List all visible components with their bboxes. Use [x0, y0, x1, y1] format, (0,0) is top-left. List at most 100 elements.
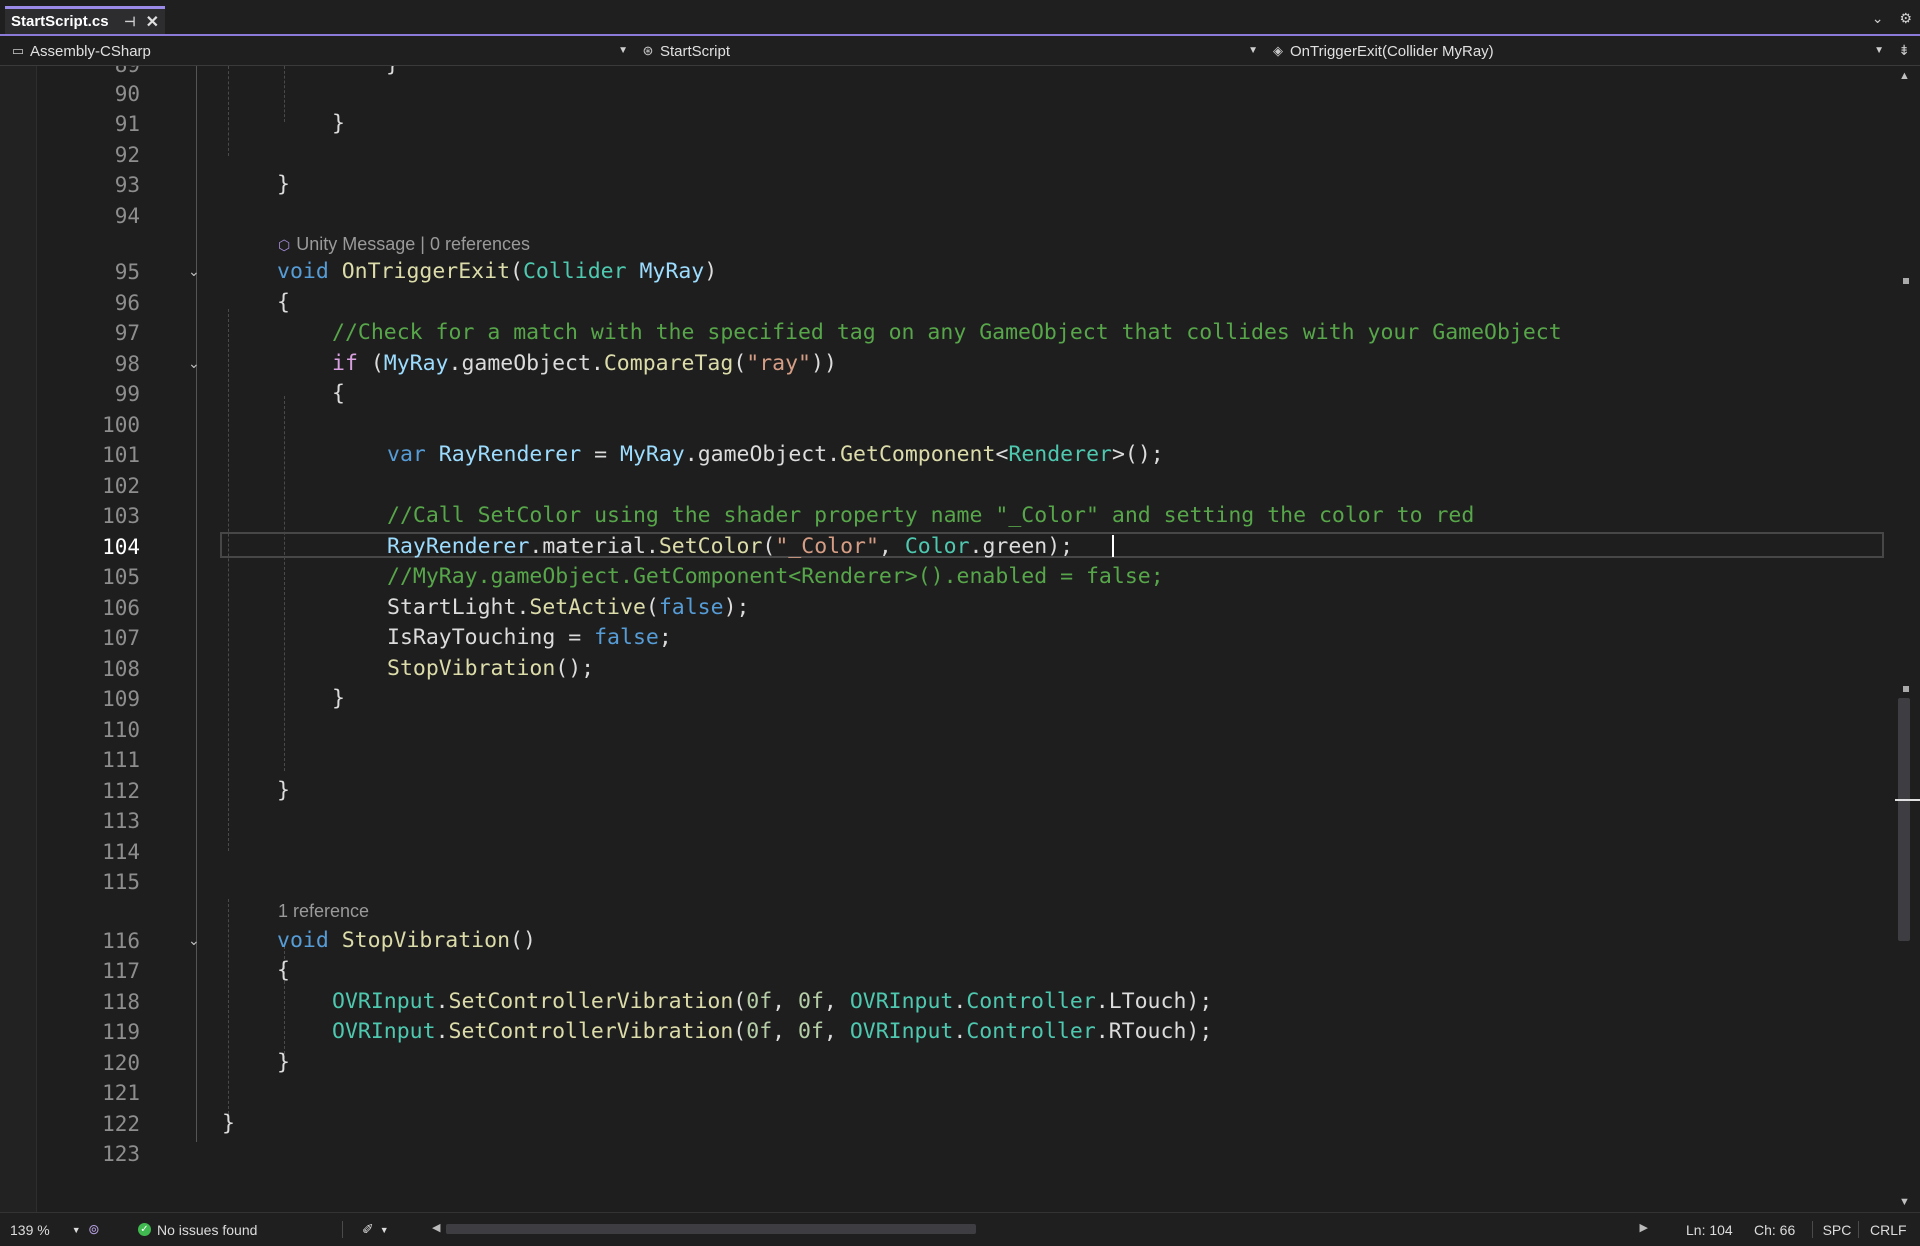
codelens-references[interactable]: 1 reference [278, 897, 369, 925]
code-line: 109} [0, 684, 1895, 715]
indent-mode-indicator[interactable]: SPC [1816, 1213, 1858, 1246]
code-text: //MyRay.gameObject.GetComponent<Renderer… [387, 564, 1164, 589]
code-line: 122} [0, 1109, 1895, 1140]
code-line: 90 [0, 79, 1895, 110]
code-line: 107 IsRayTouching = false; [0, 623, 1895, 654]
code-line: 113 [0, 806, 1895, 837]
line-number: 123 [102, 1142, 140, 1166]
vertical-scroll-thumb[interactable] [1898, 698, 1910, 941]
line-number: 96 [114, 291, 140, 315]
line-number: 118 [102, 990, 140, 1014]
code-line: 98 ⌄ if (MyRay.gameObject.CompareTag("ray"… [0, 349, 1895, 380]
scroll-marker [1903, 278, 1909, 284]
chevron-down-icon: ▼ [71, 1224, 81, 1235]
fold-chevron-icon[interactable]: ⌄ [188, 263, 200, 280]
gear-icon[interactable]: ⚙ [1899, 10, 1912, 27]
line-number: 113 [102, 809, 140, 833]
close-icon[interactable]: ✕ [146, 12, 159, 32]
tab-startscript[interactable]: StartScript.cs ⊣ ✕ [5, 6, 165, 34]
line-number: 93 [114, 173, 140, 197]
code-text: if (MyRay.gameObject.CompareTag("ray")) [332, 351, 837, 376]
code-cleanup-button[interactable]: ✐ ▼ [362, 1213, 389, 1246]
line-number: 99 [114, 382, 140, 406]
code-line: 102 [0, 471, 1895, 502]
line-number: 100 [102, 413, 140, 437]
code-line: 116 ⌄ void StopVibration() [0, 926, 1895, 957]
horizontal-scrollbar[interactable]: ◀ ▶ [430, 1222, 1650, 1236]
code-line: 121 [0, 1078, 1895, 1109]
code-text: IsRayTouching = false; [387, 625, 672, 650]
line-number: 115 [102, 870, 140, 894]
vertical-scrollbar[interactable]: ▲ ▼ [1895, 66, 1920, 1212]
code-editor[interactable]: 89 } 90 91} 92 93} 94 ⬡Unity Message | 0… [0, 66, 1895, 1212]
chevron-down-icon: ▼ [1874, 45, 1884, 56]
code-line: 115 [0, 867, 1895, 898]
divider [1858, 1221, 1859, 1238]
code-line: 92 [0, 140, 1895, 171]
chevron-down-icon: ▼ [1248, 45, 1258, 56]
code-text: void OnTriggerExit(Collider MyRay) [277, 259, 718, 284]
code-line: 101 var RayRenderer = MyRay.gameObject.Ge… [0, 440, 1895, 471]
line-number-current: 104 [102, 535, 140, 559]
line-number: 108 [102, 657, 140, 681]
copilot-icon[interactable]: ⊚ [88, 1213, 100, 1246]
code-text: //Check for a match with the specified t… [332, 320, 1562, 345]
zoom-dropdown[interactable]: 139 % ▼ [10, 1213, 81, 1246]
code-text: } [277, 778, 290, 803]
code-line: 91} [0, 109, 1895, 140]
code-line: 93} [0, 170, 1895, 201]
line-number: 116 [102, 929, 140, 953]
brush-icon: ✐ [362, 1221, 374, 1237]
scroll-left-arrow-icon[interactable]: ◀ [432, 1221, 440, 1234]
code-text: //Call SetColor using the shader propert… [387, 503, 1475, 528]
code-line: 110 [0, 715, 1895, 746]
issues-text: No issues found [157, 1221, 258, 1238]
line-number: 121 [102, 1081, 140, 1105]
navigation-bar: ▭ Assembly-CSharp ▼ ⊛ StartScript ▼ ◈ On… [0, 36, 1920, 66]
project-dropdown[interactable]: ▭ Assembly-CSharp ▼ [10, 36, 628, 66]
horizontal-scroll-thumb[interactable] [446, 1224, 976, 1234]
codelens-references[interactable]: ⬡ Unity Message | 0 references [278, 230, 530, 259]
line-number: 97 [114, 321, 140, 345]
column-indicator[interactable]: Ch: 66 [1754, 1213, 1795, 1246]
issues-indicator[interactable]: ✓ No issues found [138, 1213, 257, 1246]
line-ending-indicator[interactable]: CRLF [1870, 1213, 1907, 1246]
divider [342, 1221, 343, 1238]
code-line: 96 { [0, 288, 1895, 319]
code-text: { [332, 381, 345, 406]
split-window-icon[interactable]: ⇟ [1898, 42, 1910, 59]
fold-chevron-icon[interactable]: ⌄ [188, 355, 200, 372]
scroll-down-arrow-icon[interactable]: ▼ [1899, 1196, 1910, 1208]
method-icon: ◈ [1273, 43, 1283, 58]
scroll-right-arrow-icon[interactable]: ▶ [1640, 1221, 1648, 1234]
editor-status-bar: 139 % ▼ ⊚ ✓ No issues found ✐ ▼ ◀ ▶ Ln: … [0, 1212, 1920, 1245]
text-caret [1112, 535, 1114, 557]
line-number: 120 [102, 1051, 140, 1075]
line-number: 114 [102, 840, 140, 864]
code-line: 105 //MyRay.gameObject.GetComponent<Rende… [0, 562, 1895, 593]
fold-chevron-icon[interactable]: ⌄ [188, 932, 200, 949]
code-line: 111 [0, 745, 1895, 776]
code-line: 118 OVRInput.SetControllerVibration(0f, 0… [0, 987, 1895, 1018]
code-line: 97 //Check for a match with the specified… [0, 318, 1895, 349]
code-line: 108 StopVibration(); [0, 654, 1895, 685]
scroll-up-arrow-icon[interactable]: ▲ [1899, 70, 1910, 82]
line-number: 92 [114, 143, 140, 167]
class-name: StartScript [660, 42, 731, 60]
class-dropdown[interactable]: ⊛ StartScript ▼ [640, 36, 1258, 66]
divider [1812, 1221, 1813, 1238]
tab-list-dropdown-icon[interactable]: ⌄ [1872, 10, 1884, 27]
code-text: StartLight.SetActive(false); [387, 595, 750, 620]
code-text: OVRInput.SetControllerVibration(0f, 0f, … [332, 1019, 1213, 1044]
line-number: 119 [102, 1020, 140, 1044]
code-text: var RayRenderer = MyRay.gameObject.GetCo… [387, 442, 1164, 467]
code-text: RayRenderer.material.SetColor("_Color", … [387, 534, 1074, 559]
code-text: OVRInput.SetControllerVibration(0f, 0f, … [332, 989, 1213, 1014]
line-indicator[interactable]: Ln: 104 [1686, 1213, 1733, 1246]
code-line: 123 [0, 1139, 1895, 1170]
code-line: 99 { [0, 379, 1895, 410]
code-text: } [277, 172, 290, 197]
member-dropdown[interactable]: ◈ OnTriggerExit(Collider MyRay) ▼ [1270, 36, 1884, 66]
code-line: 117 { [0, 956, 1895, 987]
pin-icon[interactable]: ⊣ [124, 14, 135, 30]
